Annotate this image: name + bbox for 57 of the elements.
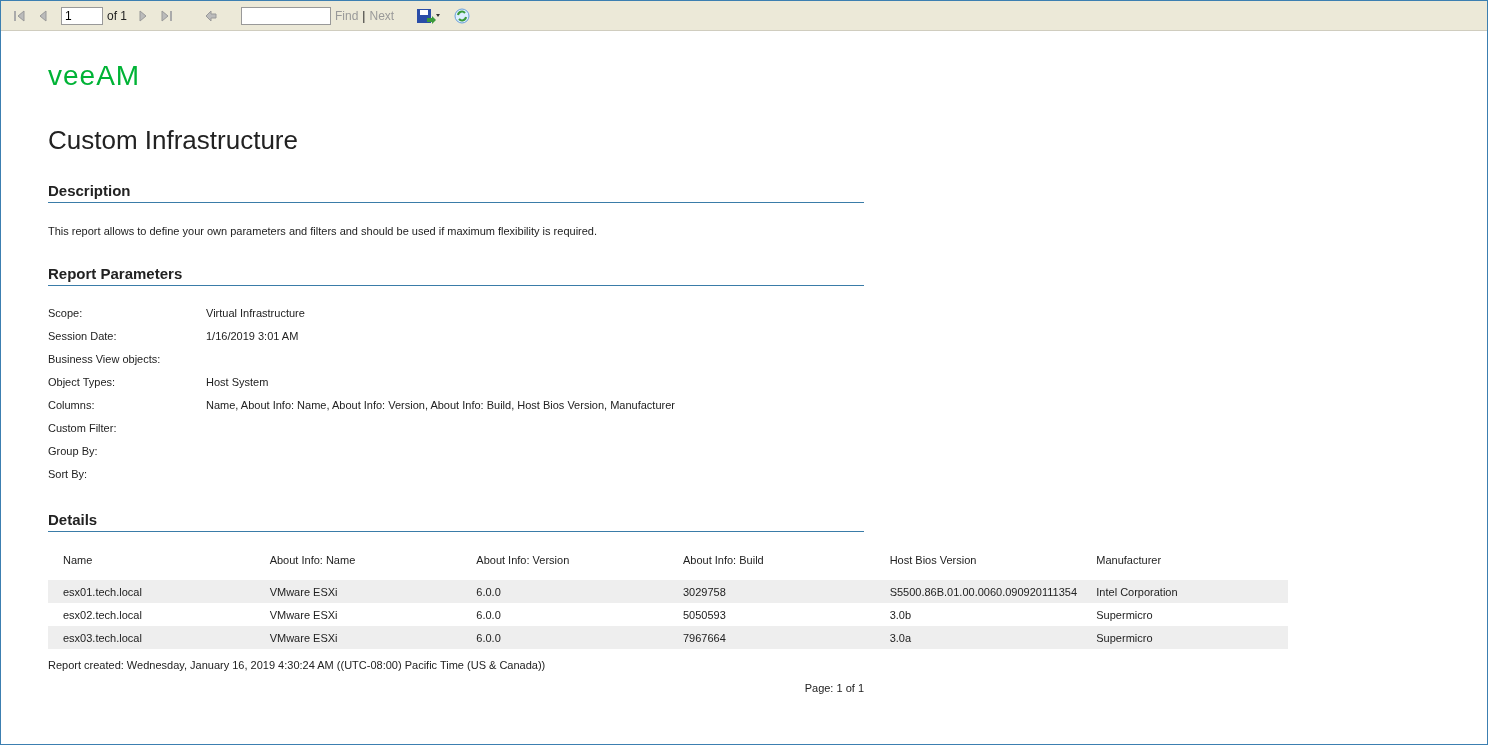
table-cell: 3029758 <box>667 580 875 603</box>
table-cell: 3.0b <box>874 603 1082 626</box>
report-created-text: Report created: Wednesday, January 16, 2019 4:30:24 AM ((UTC-08:00) Pacific Time (US & Canada)) <box>48 659 546 671</box>
column-header: Host Bios Version <box>874 550 1082 580</box>
table-cell: 6.0.0 <box>461 603 668 626</box>
parameter-label: Business View objects: <box>48 353 162 367</box>
table-cell: esx03.tech.local <box>48 626 255 649</box>
table-cell: esx02.tech.local <box>48 603 255 626</box>
section-heading: Details <box>48 511 864 532</box>
parameter-value: Virtual Infrastructure <box>206 307 305 321</box>
page-footer: Page: 1 of 1 <box>804 682 864 694</box>
veeam-logo: veeAM <box>48 61 141 91</box>
parameter-label: Custom Filter: <box>48 422 118 436</box>
first-page-icon[interactable] <box>13 9 25 22</box>
next-link[interactable]: Next <box>369 8 395 23</box>
find-field[interactable] <box>241 6 331 25</box>
table-cell: Intel Corporation <box>1081 580 1288 603</box>
back-arrow-icon[interactable] <box>205 9 217 22</box>
parameter-label: Session Date: <box>48 330 118 344</box>
table-cell: 6.0.0 <box>461 626 668 649</box>
find-link[interactable]: Find <box>335 8 359 23</box>
column-header: About Info: Version <box>461 550 668 580</box>
description-text: This report allows to define your own parameters and filters and should be used if maximum flexibility is required. <box>48 225 598 239</box>
parameter-value: Name, About Info: Name, About Info: Version, About Info: Build, Host Bios Version, Manufacturer <box>206 399 675 413</box>
last-page-icon[interactable] <box>161 9 173 22</box>
table-cell: 3.0a <box>874 626 1082 649</box>
page-count: of 1 <box>107 8 127 23</box>
parameter-label: Scope: <box>48 307 84 321</box>
save-icon[interactable] <box>416 7 441 24</box>
page-number-field[interactable]: 1 <box>61 6 103 25</box>
table-cell: 6.0.0 <box>461 580 668 603</box>
table-cell: Supermicro <box>1081 626 1288 649</box>
parameter-label: Object Types: <box>48 376 117 390</box>
parameter-label: Group By: <box>48 445 99 459</box>
table-cell: VMware ESXi <box>254 603 462 626</box>
report-title: Custom Infrastructure <box>48 124 298 156</box>
parameter-value: 1/16/2019 3:01 AM <box>206 330 299 344</box>
previous-page-icon[interactable] <box>39 9 47 22</box>
table-cell: S5500.86B.01.00.0060.090920111354 <box>874 580 1082 603</box>
next-page-icon[interactable] <box>139 9 147 22</box>
column-header: About Info: Build <box>667 550 875 580</box>
separator: | <box>362 8 366 23</box>
column-header: Manufacturer <box>1081 550 1288 580</box>
table-cell: 5050593 <box>667 603 875 626</box>
section-heading: Description <box>48 182 864 203</box>
table-cell: VMware ESXi <box>254 580 462 603</box>
table-cell: VMware ESXi <box>254 626 462 649</box>
section-heading: Report Parameters <box>48 265 864 286</box>
table-cell: esx01.tech.local <box>48 580 255 603</box>
refresh-icon[interactable] <box>454 7 471 24</box>
parameter-label: Columns: <box>48 399 96 413</box>
column-header: About Info: Name <box>254 550 462 580</box>
table-cell: 7967664 <box>667 626 875 649</box>
parameter-label: Sort By: <box>48 468 89 482</box>
column-header: Name <box>48 550 255 580</box>
parameter-value: Host System <box>206 376 269 390</box>
table-cell: Supermicro <box>1081 603 1288 626</box>
